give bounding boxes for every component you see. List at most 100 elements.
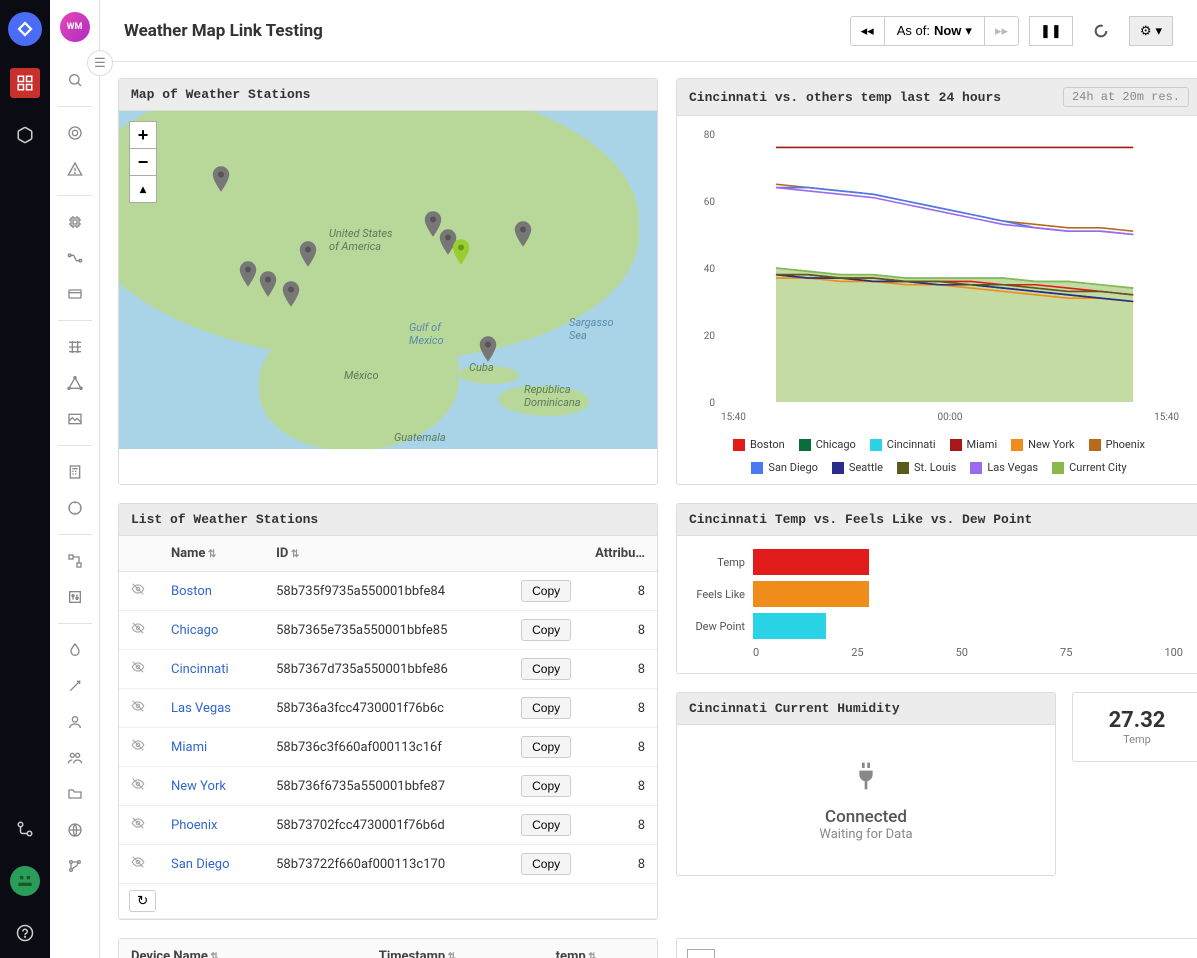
col-id[interactable]: ID	[264, 536, 509, 572]
map-pin[interactable]	[212, 166, 230, 192]
station-name-link[interactable]: New York	[171, 779, 226, 794]
legend-item[interactable]: Las Vegas	[970, 461, 1038, 474]
copy-id-button[interactable]: Copy	[521, 736, 571, 758]
table-row[interactable]: Miami 58b736c3f660af000113c16f Copy 8	[119, 728, 657, 767]
collapse-side-button[interactable]: ☰	[87, 50, 113, 76]
time-back-button[interactable]: ◂◂	[851, 17, 885, 45]
copy-id-button[interactable]: Copy	[521, 853, 571, 875]
grid-icon[interactable]	[57, 333, 93, 361]
user-icon[interactable]	[57, 708, 93, 736]
users-icon[interactable]	[57, 744, 93, 772]
alert-icon[interactable]	[57, 155, 93, 183]
map-pin[interactable]	[282, 281, 300, 307]
copy-id-button[interactable]: Copy	[521, 658, 571, 680]
copy-id-button[interactable]: Copy	[521, 775, 571, 797]
visibility-off-icon[interactable]	[131, 582, 147, 600]
map-pin[interactable]	[479, 336, 497, 362]
compass-icon[interactable]	[57, 494, 93, 522]
copy-id-button[interactable]: Copy	[521, 580, 571, 602]
map-zoom-in-button[interactable]: +	[129, 121, 157, 149]
image-icon[interactable]	[57, 405, 93, 433]
nav-workflow-icon[interactable]	[10, 814, 40, 844]
station-name-link[interactable]: Phoenix	[171, 818, 217, 833]
table-row[interactable]: Phoenix 58b73702fcc4730001f76b6d Copy 8	[119, 806, 657, 845]
refresh-spinner-icon[interactable]	[1083, 17, 1119, 45]
settings-button[interactable]: ⚙ ▾	[1129, 16, 1173, 46]
folder-icon[interactable]	[57, 780, 93, 808]
map-pin[interactable]	[239, 261, 257, 287]
legend-item[interactable]: Current City	[1052, 461, 1126, 474]
station-name-link[interactable]: Miami	[171, 740, 207, 755]
visibility-off-icon[interactable]	[131, 738, 147, 756]
table-row[interactable]: Cincinnati 58b7367d735a550001bbfe86 Copy…	[119, 650, 657, 689]
table-refresh-button[interactable]: ↻	[129, 890, 156, 912]
station-name-link[interactable]: Las Vegas	[171, 701, 231, 716]
target-icon[interactable]	[57, 119, 93, 147]
visibility-off-icon[interactable]	[131, 816, 147, 834]
legend-item[interactable]: Boston	[733, 438, 785, 451]
context-badge[interactable]: WM	[60, 12, 90, 42]
map-pin-active[interactable]	[452, 239, 470, 265]
search-icon[interactable]	[57, 66, 93, 94]
legend-item[interactable]: Phoenix	[1089, 438, 1145, 451]
map-pin[interactable]	[259, 271, 277, 297]
nav-devices-icon[interactable]	[10, 120, 40, 150]
station-name-link[interactable]: Boston	[171, 584, 212, 599]
col-name[interactable]: Name	[159, 536, 264, 572]
col-attr[interactable]: Attribu…	[583, 536, 657, 572]
nav-dashboard-icon[interactable]	[10, 68, 40, 98]
calc-icon[interactable]	[57, 458, 93, 486]
floorplan-zoom-in-button[interactable]: +	[687, 949, 715, 958]
asof-button[interactable]: As of: Now ▾	[885, 17, 985, 45]
legend-item[interactable]: New York	[1011, 438, 1075, 451]
col-temp[interactable]: temp	[544, 939, 657, 958]
map-pin[interactable]	[299, 241, 317, 267]
visibility-off-icon[interactable]	[131, 777, 147, 795]
table-row[interactable]: Chicago 58b7365e735a550001bbfe85 Copy 8	[119, 611, 657, 650]
map-pin[interactable]	[514, 221, 532, 247]
legend-item[interactable]: Seattle	[832, 461, 883, 474]
map-canvas[interactable]: United States of America México Gulf of …	[119, 111, 657, 449]
logo-icon[interactable]	[8, 12, 42, 46]
visibility-off-icon[interactable]	[131, 855, 147, 873]
temp-bars-chart[interactable]: TempFeels LikeDew Point0255075100	[677, 536, 1197, 673]
col-timestamp[interactable]: Timestamp	[367, 939, 544, 958]
table-row[interactable]: Las Vegas 58b736a3fcc4730001f76b6c Copy …	[119, 689, 657, 728]
station-name-link[interactable]: Chicago	[171, 623, 218, 638]
wand-icon[interactable]	[57, 672, 93, 700]
avatar-icon[interactable]	[10, 866, 40, 896]
connect-icon[interactable]	[57, 244, 93, 272]
map-reset-bearing-button[interactable]: ▴	[129, 175, 157, 203]
triangle-icon[interactable]	[57, 369, 93, 397]
visibility-off-icon[interactable]	[131, 699, 147, 717]
map-zoom-out-button[interactable]: −	[129, 148, 157, 176]
legend-item[interactable]: San Diego	[751, 461, 818, 474]
visibility-off-icon[interactable]	[131, 660, 147, 678]
col-device-name[interactable]: Device Name	[119, 939, 367, 958]
globe-icon[interactable]	[57, 816, 93, 844]
copy-id-button[interactable]: Copy	[521, 697, 571, 719]
cpu-icon[interactable]	[57, 208, 93, 236]
pause-button[interactable]: ❚❚	[1029, 16, 1073, 46]
sliders-icon[interactable]	[57, 583, 93, 611]
help-icon[interactable]	[10, 918, 40, 948]
station-name-link[interactable]: San Diego	[171, 857, 230, 872]
flow-icon[interactable]	[57, 547, 93, 575]
table-row[interactable]: Boston 58b735f9735a550001bbfe84 Copy 8	[119, 572, 657, 611]
temp-line-chart[interactable]: 02040608015:4000:0015:40	[687, 126, 1187, 426]
legend-item[interactable]: St. Louis	[897, 461, 956, 474]
water-icon[interactable]	[57, 636, 93, 664]
table-row[interactable]: San Diego 58b73722f660af000113c170 Copy …	[119, 845, 657, 884]
copy-id-button[interactable]: Copy	[521, 619, 571, 641]
legend-item[interactable]: Cincinnati	[870, 438, 936, 451]
legend-item[interactable]: Miami	[950, 438, 998, 451]
card-icon[interactable]	[57, 280, 93, 308]
humidity-panel: Cincinnati Current Humidity Connected Wa…	[676, 692, 1056, 876]
branch-icon[interactable]	[57, 852, 93, 880]
table-row[interactable]: New York 58b736f6735a550001bbfe87 Copy 8	[119, 767, 657, 806]
visibility-off-icon[interactable]	[131, 621, 147, 639]
station-name-link[interactable]: Cincinnati	[171, 662, 229, 677]
time-forward-button[interactable]: ▸▸	[985, 17, 1018, 45]
copy-id-button[interactable]: Copy	[521, 814, 571, 836]
legend-item[interactable]: Chicago	[799, 438, 856, 451]
